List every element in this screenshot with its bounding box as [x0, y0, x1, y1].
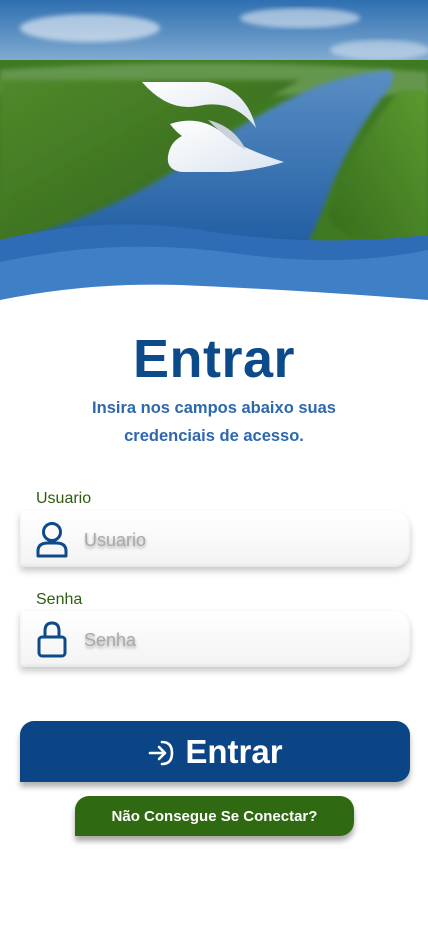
login-button[interactable]: Entrar [20, 721, 410, 782]
password-label: Senha [36, 591, 83, 608]
password-input[interactable] [82, 619, 396, 661]
username-input[interactable] [82, 519, 396, 561]
bird-wing-logo-icon [142, 82, 284, 172]
username-field[interactable] [20, 511, 410, 567]
header-banner [0, 0, 428, 310]
username-label: Usuario [36, 490, 92, 507]
page-title: Entrar [132, 329, 296, 389]
login-button-label: Entrar [185, 732, 283, 770]
sign-in-arrow-icon [149, 740, 174, 765]
user-icon [36, 522, 68, 558]
password-field[interactable] [20, 611, 410, 667]
lock-icon [37, 621, 67, 658]
page-subtitle: Insira nos campos abaixo suas credenciai… [92, 399, 336, 445]
cant-connect-button[interactable]: Não Consegue Se Conectar? [75, 796, 354, 836]
